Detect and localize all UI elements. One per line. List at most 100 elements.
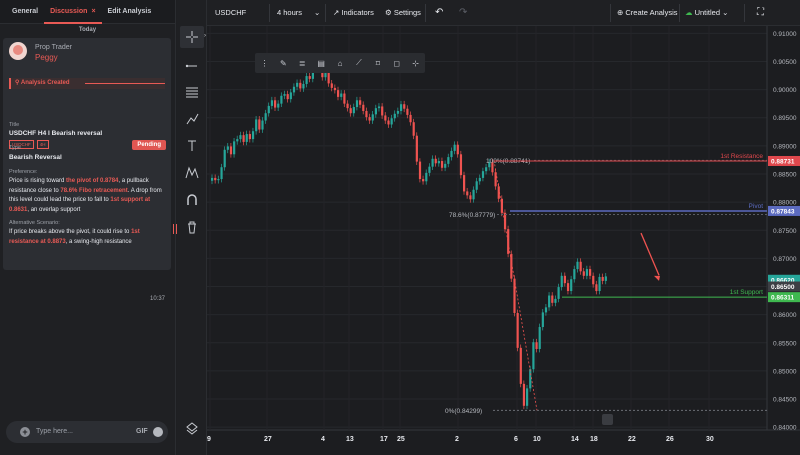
trend-line-tool-icon[interactable] xyxy=(180,54,204,76)
highlight-text: 78.6% Fibo retracement xyxy=(60,187,128,194)
drag-handle-icon[interactable]: ⋮ xyxy=(255,59,274,68)
status-badge[interactable]: Pending xyxy=(132,140,166,150)
pin-icon: ⚲ xyxy=(15,80,20,86)
tag-icon[interactable]: ⌂ xyxy=(331,59,350,68)
candle-body xyxy=(302,83,305,89)
plus-icon[interactable]: + xyxy=(20,427,30,437)
analysis-title: USDCHF H4 I Bearish reversal xyxy=(9,130,103,137)
indicators-button[interactable]: ↗ Indicators xyxy=(333,0,374,26)
chart-canvas[interactable]: 0.91000 0.90500 0.90000 0.89500 0.89000 0.885… xyxy=(207,26,800,455)
pencil-icon[interactable]: ✎ xyxy=(274,59,293,68)
candle-body xyxy=(453,144,456,151)
candle-body xyxy=(475,181,478,190)
text-tool-icon[interactable] xyxy=(180,135,204,157)
date-tick-label: 27 xyxy=(264,436,272,443)
candle-body xyxy=(526,388,529,406)
candle-body xyxy=(598,276,601,292)
tab-general[interactable]: General xyxy=(6,0,44,24)
price-tick-label: 0.87500 xyxy=(773,228,797,235)
text-align-icon[interactable]: ≣ xyxy=(293,59,312,68)
layout-title-selector[interactable]: ☁ Untitled ⌄ xyxy=(685,0,728,26)
date-tick-label: 17 xyxy=(380,436,388,443)
candle-body xyxy=(299,82,302,89)
candle-body xyxy=(551,295,554,303)
candle-body xyxy=(324,72,327,78)
chevron-right-icon[interactable]: › xyxy=(204,33,206,39)
candle-body xyxy=(447,157,450,164)
candle-body xyxy=(214,177,217,181)
candle-body xyxy=(434,158,437,164)
message-input[interactable]: Type here... xyxy=(36,428,73,435)
more-icon[interactable]: ⊹ xyxy=(406,59,425,68)
price-tick-label: 0.85500 xyxy=(773,340,797,347)
type-label: Type xyxy=(9,145,21,151)
undo-icon[interactable]: ↶ xyxy=(435,0,443,26)
chat-panel: General Discussion × Edit Analysis Today … xyxy=(0,0,176,455)
fib-tool-icon[interactable] xyxy=(180,81,204,103)
layout-title: Untitled xyxy=(694,8,721,17)
date-tick-label: 9 xyxy=(207,436,211,443)
candle-body xyxy=(566,283,570,292)
candle-body xyxy=(349,108,352,114)
candle-body xyxy=(258,119,261,130)
candle-body xyxy=(220,167,223,180)
chevron-down-icon: ⌄ xyxy=(722,8,729,17)
avatar xyxy=(9,42,27,60)
candle-body xyxy=(579,261,582,272)
candle-body xyxy=(485,167,488,172)
template-icon[interactable]: ▤ xyxy=(312,59,331,68)
candle-body xyxy=(217,179,220,181)
candle-body xyxy=(459,154,463,176)
gif-button[interactable]: GIF xyxy=(136,428,148,435)
candle-body xyxy=(261,120,264,130)
candle-body xyxy=(242,135,245,142)
app-root: General Discussion × Edit Analysis Today … xyxy=(0,0,800,455)
candle-body xyxy=(570,279,573,292)
sender-name[interactable]: Peggy xyxy=(35,53,58,62)
trash-icon[interactable] xyxy=(180,216,204,238)
indicators-icon: ↗ xyxy=(333,8,340,17)
tab-discussion[interactable]: Discussion × xyxy=(44,0,102,24)
magnet-icon[interactable] xyxy=(180,189,204,211)
level-name: Pivot xyxy=(749,203,764,210)
layers-icon[interactable] xyxy=(180,417,204,439)
candle-body xyxy=(236,139,239,142)
candle-body xyxy=(239,135,242,140)
redo-icon[interactable]: ↷ xyxy=(459,0,467,26)
candle-body xyxy=(229,146,233,155)
close-icon[interactable]: × xyxy=(91,8,95,15)
price-chart[interactable]: 0.91000 0.90500 0.90000 0.89500 0.89000 0.885… xyxy=(207,26,800,455)
drawing-tools: › xyxy=(177,0,207,455)
body-text: If price breaks above the pivot, it coul… xyxy=(9,229,132,235)
candle-body xyxy=(340,93,343,97)
create-analysis-label: Create Analysis xyxy=(625,8,678,17)
candle-body xyxy=(440,161,444,168)
alternative-label: Alternative Scenario: xyxy=(9,220,60,226)
line-style-icon[interactable]: ⟋ xyxy=(349,58,368,68)
candle-body xyxy=(371,114,374,121)
body-text: , a swing-high resistance xyxy=(65,238,132,245)
interval-selector[interactable]: 4 hours ⌄ xyxy=(277,0,320,26)
candle-body xyxy=(573,269,576,280)
candle-body xyxy=(548,295,551,308)
date-tick-label: 2 xyxy=(455,436,459,443)
toolbar-divider xyxy=(425,4,426,22)
candle-body xyxy=(456,144,459,155)
candle-body xyxy=(251,131,255,140)
fullscreen-icon[interactable]: ⛶ xyxy=(757,0,764,26)
symbol-selector[interactable]: USDCHF xyxy=(215,0,246,26)
price-tick-label: 0.84500 xyxy=(773,397,797,404)
pattern-tool-icon[interactable] xyxy=(180,162,204,184)
date-tick-label: 26 xyxy=(666,436,674,443)
create-analysis-button[interactable]: ⊕ Create Analysis xyxy=(617,0,678,26)
candle-body xyxy=(346,103,349,109)
tab-edit-analysis[interactable]: Edit Analysis xyxy=(102,0,158,24)
visibility-icon[interactable]: ◻ xyxy=(387,59,406,68)
price-tick-label: 0.85000 xyxy=(773,368,797,375)
settings-button[interactable]: ⚙ Settings xyxy=(385,0,421,26)
brush-tool-icon[interactable] xyxy=(180,108,204,130)
crosshair-tool-icon[interactable] xyxy=(180,26,204,48)
candle-body xyxy=(352,107,355,114)
emoji-icon[interactable] xyxy=(153,427,163,437)
lock-icon[interactable]: ⌑ xyxy=(368,59,387,68)
